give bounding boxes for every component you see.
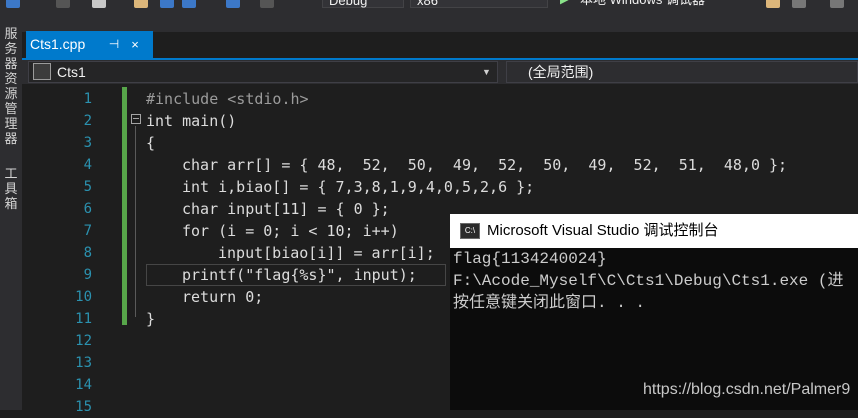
forward-icon[interactable] [56, 0, 70, 8]
line-number: 13 [75, 355, 92, 371]
code-line[interactable]: return 0; [182, 286, 263, 308]
pin-icon[interactable]: ⊣ [107, 31, 121, 58]
open-folder-icon[interactable] [134, 0, 148, 8]
code-line[interactable]: int main() [146, 110, 236, 132]
console-output-line: F:\Acode_Myself\C\Cts1\Debug\Cts1.exe (进 [453, 272, 844, 290]
console-output-line: 按任意键关闭此窗口. . . [453, 294, 646, 312]
toolbox-tab[interactable]: 工具箱 [1, 166, 21, 214]
line-number: 1 [83, 91, 92, 107]
line-number: 6 [83, 201, 92, 217]
console-output-line: flag{1134240024} [453, 250, 607, 268]
code-line[interactable]: int i,biao[] = { 7,3,8,1,9,4,0,5,2,6 }; [182, 176, 534, 198]
line-number: 12 [75, 333, 92, 349]
line-number: 14 [75, 377, 92, 393]
toolbar-icon[interactable] [830, 0, 844, 8]
code-line[interactable]: #include <stdio.h> [146, 88, 309, 110]
save-icon[interactable] [160, 0, 174, 8]
undo-icon[interactable] [226, 0, 240, 8]
console-title: Microsoft Visual Studio 调试控制台 [487, 222, 719, 239]
code-line[interactable]: input[biao[i]] = arr[i]; [218, 242, 435, 264]
play-icon[interactable]: ▶ [560, 0, 568, 8]
line-number: 7 [83, 223, 92, 239]
code-line[interactable]: char input[11] = { 0 }; [182, 198, 390, 220]
line-number: 15 [75, 399, 92, 415]
console-icon: C:\ [460, 223, 480, 239]
save-all-icon[interactable] [182, 0, 196, 8]
project-icon [33, 63, 51, 80]
configuration-dropdown[interactable]: Debug [322, 0, 404, 8]
run-debugger-button[interactable]: 本地 Windows 调试器 [580, 0, 705, 8]
code-line[interactable]: for (i = 0; i < 10; i++) [182, 220, 399, 242]
line-number: 5 [83, 179, 92, 195]
close-icon[interactable]: × [128, 31, 142, 58]
line-number: 8 [83, 245, 92, 261]
platform-dropdown[interactable]: x86 [410, 0, 548, 8]
server-explorer-tab[interactable]: 服务器资源管理器 [1, 26, 21, 146]
new-project-icon[interactable] [92, 0, 106, 8]
scope-label: (全局范围) [528, 64, 594, 80]
change-indicator-bar [122, 87, 127, 325]
redo-icon[interactable] [260, 0, 274, 8]
attach-icon[interactable] [766, 0, 780, 8]
project-name: Cts1 [57, 64, 86, 80]
watermark-text: https://blog.csdn.net/Palmer9 [643, 381, 851, 398]
outline-guide [135, 126, 136, 317]
line-number: 11 [75, 311, 92, 327]
line-number: 2 [83, 113, 92, 129]
code-line[interactable]: printf("flag{%s}", input); [182, 264, 417, 286]
line-number: 3 [83, 135, 92, 151]
line-number: 9 [83, 267, 92, 283]
project-dropdown[interactable] [28, 61, 498, 83]
chevron-down-icon[interactable]: ▼ [482, 61, 491, 83]
code-line[interactable]: { [146, 132, 155, 154]
back-icon[interactable] [6, 0, 20, 8]
code-line[interactable]: } [146, 308, 155, 330]
document-tab-strip [22, 10, 858, 32]
collapse-icon[interactable] [131, 114, 141, 124]
main-toolbar: Debug x86 ▶ 本地 Windows 调试器 [0, 0, 858, 10]
line-number: 4 [83, 157, 92, 173]
line-number: 10 [75, 289, 92, 305]
code-line[interactable]: char arr[] = { 48, 52, 50, 49, 52, 50, 4… [182, 154, 787, 176]
toolbar-icon[interactable] [792, 0, 806, 8]
